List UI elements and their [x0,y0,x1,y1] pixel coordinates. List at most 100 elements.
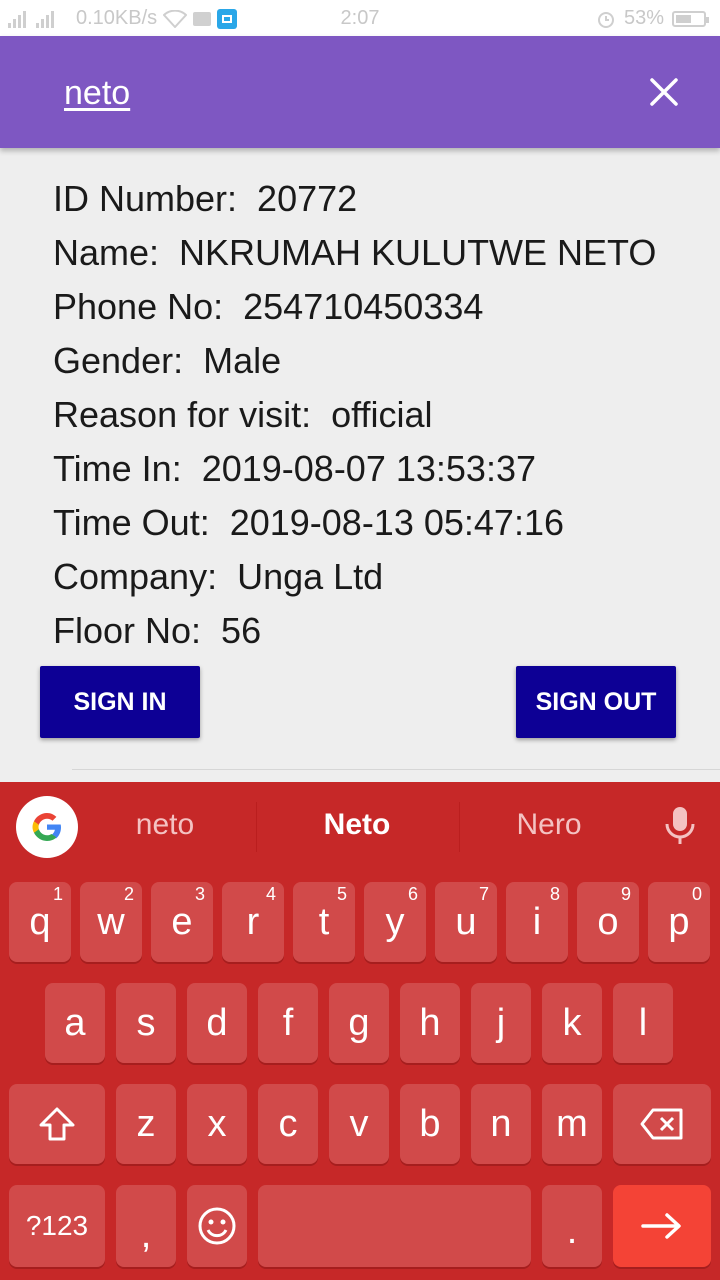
key-w[interactable]: w2 [80,882,142,962]
key-v[interactable]: v [329,1084,389,1164]
symbols-key[interactable]: ?123 [9,1185,105,1267]
key-hint: 8 [549,884,560,904]
key-x[interactable]: x [187,1084,247,1164]
detail-value: 20772 [257,178,358,219]
key-a[interactable]: a [45,983,105,1063]
detail-value: 2019-08-07 13:53:37 [201,448,536,489]
key-label: w [97,900,125,943]
key-hint: 6 [407,884,418,904]
emoji-key[interactable] [187,1185,247,1267]
microphone-icon[interactable] [660,804,700,853]
enter-key[interactable] [613,1185,711,1267]
shift-key[interactable] [9,1084,105,1164]
status-bar: 0.10KB/s 2:07 53% [0,0,720,36]
divider [72,769,720,770]
arrow-right-icon [641,1213,681,1239]
key-hint: 1 [52,884,63,904]
battery-percent: 53% [623,7,664,29]
suggestion-1[interactable]: neto [100,808,230,842]
key-label: i [532,900,542,943]
backspace-key[interactable] [613,1084,711,1164]
detail-label: Phone No: [53,286,224,327]
soft-keyboard: neto Neto Nero q1 w2 e3 r4 t5 y6 u7 i8 o… [0,782,720,1280]
detail-row-time-out: Time Out: 2019-08-13 05:47:16 [53,496,656,550]
key-label: r [246,900,260,943]
suggestion-2[interactable]: Neto [292,808,422,842]
key-j[interactable]: j [471,983,531,1063]
detail-value: 2019-08-13 05:47:16 [229,502,564,543]
key-q[interactable]: q1 [9,882,71,962]
key-label: e [171,900,193,943]
suggestion-strip: neto Neto Nero [0,782,720,874]
key-hint: 3 [194,884,205,904]
shift-icon [39,1107,75,1141]
search-query-text[interactable]: neto [64,74,130,113]
period-key[interactable]: . [542,1185,602,1267]
key-h[interactable]: h [400,983,460,1063]
key-hint: 4 [265,884,276,904]
key-t[interactable]: t5 [293,882,355,962]
detail-row-gender: Gender: Male [53,334,656,388]
backspace-icon [640,1108,683,1140]
key-i[interactable]: i8 [506,882,568,962]
key-l[interactable]: l [613,983,673,1063]
detail-label: Name: [53,232,160,273]
detail-row-floor: Floor No: 56 [53,604,656,658]
detail-value: Unga Ltd [237,556,384,597]
key-r[interactable]: r4 [222,882,284,962]
close-icon [650,78,678,106]
key-label: y [385,900,405,943]
app-bar: neto [0,36,720,148]
sign-in-button[interactable]: SIGN IN [40,666,200,738]
detail-label: Reason for visit: [53,394,312,435]
detail-label: ID Number: [53,178,238,219]
key-hint: 9 [620,884,631,904]
key-d[interactable]: d [187,983,247,1063]
space-key[interactable] [258,1185,531,1267]
detail-value: 254710450334 [243,286,484,327]
key-u[interactable]: u7 [435,882,497,962]
key-k[interactable]: k [542,983,602,1063]
detail-label: Time In: [53,448,182,489]
detail-label: Floor No: [53,610,202,651]
comma-key[interactable]: , [116,1185,176,1267]
key-m[interactable]: m [542,1084,602,1164]
key-label: p [668,900,690,943]
detail-row-phone: Phone No: 254710450334 [53,280,656,334]
key-y[interactable]: y6 [364,882,426,962]
key-c[interactable]: c [258,1084,318,1164]
key-label: t [318,900,330,943]
detail-row-id: ID Number: 20772 [53,172,656,226]
suggestion-3[interactable]: Nero [484,808,614,842]
detail-label: Gender: [53,340,184,381]
key-b[interactable]: b [400,1084,460,1164]
key-e[interactable]: e3 [151,882,213,962]
key-o[interactable]: o9 [577,882,639,962]
key-label: u [455,900,477,943]
key-hint: 0 [691,884,702,904]
battery-icon [672,10,709,27]
detail-row-time-in: Time In: 2019-08-07 13:53:37 [53,442,656,496]
detail-value: NKRUMAH KULUTWE NETO [179,232,657,273]
visitor-details: ID Number: 20772 Name: NKRUMAH KULUTWE NET… [53,172,656,658]
emoji-icon [198,1207,236,1245]
key-p[interactable]: p0 [648,882,710,962]
detail-value: Male [203,340,282,381]
key-z[interactable]: z [116,1084,176,1164]
close-button[interactable] [638,64,690,120]
key-g[interactable]: g [329,983,389,1063]
key-n[interactable]: n [471,1084,531,1164]
detail-value: official [331,394,433,435]
detail-row-company: Company: Unga Ltd [53,550,656,604]
key-hint: 2 [123,884,134,904]
key-hint: 5 [336,884,347,904]
sign-out-button[interactable]: SIGN OUT [516,666,676,738]
detail-value: 56 [221,610,262,651]
key-f[interactable]: f [258,983,318,1063]
alarm-icon [597,11,614,28]
detail-row-reason: Reason for visit: official [53,388,656,442]
detail-label: Company: [53,556,218,597]
key-s[interactable]: s [116,983,176,1063]
google-logo-icon[interactable] [16,796,78,858]
key-label: q [29,900,51,943]
